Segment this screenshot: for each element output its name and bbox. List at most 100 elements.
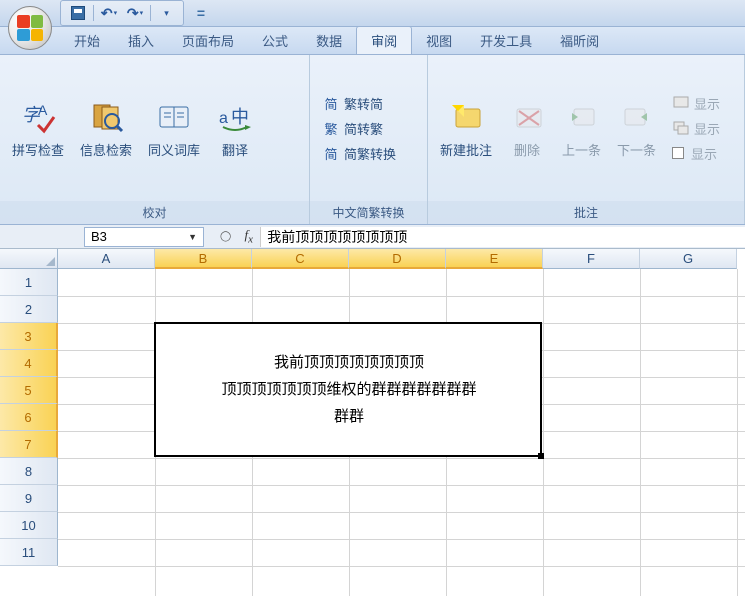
to-traditional-button[interactable]: 繁 简转繁 <box>318 117 400 140</box>
undo-button[interactable]: ↶▾ <box>98 3 120 23</box>
col-header-A[interactable]: A <box>58 249 155 269</box>
cell-text-line-3: 群群 <box>155 404 543 431</box>
qat-extra-button[interactable]: = <box>190 3 212 23</box>
tab-0[interactable]: 开始 <box>60 27 114 54</box>
translate-label: 翻译 <box>222 140 248 159</box>
tab-3[interactable]: 公式 <box>248 27 302 54</box>
chinese-convert-label: 简繁转换 <box>344 144 396 163</box>
redo-icon: ↷ <box>127 5 139 22</box>
show-comment-label-2: 显示 <box>694 119 720 138</box>
save-icon <box>71 6 85 20</box>
office-button[interactable] <box>8 6 56 54</box>
col-header-E[interactable]: E <box>446 249 543 269</box>
spellcheck-button[interactable]: 字A 拼写检查 <box>4 94 72 163</box>
col-header-B[interactable]: B <box>155 249 252 269</box>
save-button[interactable] <box>67 3 89 23</box>
spellcheck-label: 拼写检查 <box>12 140 64 159</box>
col-header-F[interactable]: F <box>543 249 640 269</box>
spellcheck-icon: 字A <box>19 98 57 136</box>
quick-access-toolbar: ↶▾ ↷▾ ▾ <box>60 0 184 26</box>
row-header-9[interactable]: 9 <box>0 485 58 512</box>
thesaurus-label: 同义词库 <box>148 140 200 159</box>
formula-value: 我前顶顶顶顶顶顶顶顶 <box>267 231 407 246</box>
delete-comment-icon <box>508 98 546 136</box>
column-headers: ABCDEFG <box>58 249 745 269</box>
row-header-3[interactable]: 3 <box>0 323 58 350</box>
col-header-D[interactable]: D <box>349 249 446 269</box>
row-header-11[interactable]: 11 <box>0 539 58 566</box>
prev-comment-label: 上一条 <box>562 140 601 159</box>
tab-8[interactable]: 福昕阅 <box>546 27 613 54</box>
tab-4[interactable]: 数据 <box>302 27 356 54</box>
research-button[interactable]: 信息检索 <box>72 94 140 163</box>
formula-input[interactable]: 我前顶顶顶顶顶顶顶顶 <box>261 227 745 247</box>
translate-icon: a中 <box>216 98 254 136</box>
tab-5[interactable]: 审阅 <box>356 26 412 54</box>
show-all-comments: 显示 <box>668 117 724 140</box>
next-comment-icon <box>618 98 656 136</box>
spreadsheet-grid[interactable]: ABCDEFG 1234567891011 我前顶顶顶顶顶顶顶顶顶顶顶顶顶顶顶维… <box>0 249 745 596</box>
thesaurus-button[interactable]: 同义词库 <box>140 94 208 163</box>
col-header-G[interactable]: G <box>640 249 737 269</box>
group-proof-label: 校对 <box>0 201 309 224</box>
col-header-C[interactable]: C <box>252 249 349 269</box>
formula-expand-icon[interactable]: ◯ <box>214 231 237 242</box>
translate-button[interactable]: a中 翻译 <box>208 94 262 163</box>
row-headers: 1234567891011 <box>0 269 58 566</box>
qat-customize[interactable]: ▾ <box>155 3 177 23</box>
row-header-6[interactable]: 6 <box>0 404 58 431</box>
ribbon: 字A 拼写检查 信息检索 同义词库 <box>0 55 745 225</box>
research-label: 信息检索 <box>80 140 132 159</box>
show-hide-comment: 显示 <box>668 92 724 115</box>
to-simplified-icon: 简 <box>322 94 340 112</box>
formula-bar: B3 ▼ ◯ fx 我前顶顶顶顶顶顶顶顶 <box>0 225 745 249</box>
row-header-10[interactable]: 10 <box>0 512 58 539</box>
show-comment-label-3: 显示 <box>691 144 717 163</box>
row-header-2[interactable]: 2 <box>0 296 58 323</box>
fx-button[interactable]: fx <box>237 227 261 247</box>
fx-icon: fx <box>244 227 252 246</box>
show-comment-label-1: 显示 <box>694 94 720 113</box>
tab-6[interactable]: 视图 <box>412 27 466 54</box>
cell-text-line-1: 我前顶顶顶顶顶顶顶顶 <box>155 350 543 377</box>
delete-comment-label: 删除 <box>514 140 540 159</box>
show-ink: 显示 <box>668 142 724 165</box>
group-chinese-label: 中文简繁转换 <box>310 201 427 224</box>
tab-2[interactable]: 页面布局 <box>168 27 248 54</box>
thesaurus-icon <box>155 98 193 136</box>
prev-comment-button: 上一条 <box>554 94 609 163</box>
comment-toggle-icon <box>672 94 690 112</box>
group-comments-label: 批注 <box>428 201 744 224</box>
row-header-8[interactable]: 8 <box>0 458 58 485</box>
tab-7[interactable]: 开发工具 <box>466 27 546 54</box>
select-all-corner[interactable] <box>0 249 58 269</box>
equals-icon: = <box>197 5 205 21</box>
cells-area[interactable]: 我前顶顶顶顶顶顶顶顶顶顶顶顶顶顶顶维权的群群群群群群群群群 <box>58 269 745 596</box>
name-box[interactable]: B3 ▼ <box>84 227 204 247</box>
fill-handle[interactable] <box>538 453 544 459</box>
svg-text:A: A <box>38 102 48 118</box>
row-header-5[interactable]: 5 <box>0 377 58 404</box>
chinese-convert-button[interactable]: 简 简繁转换 <box>318 142 400 165</box>
undo-icon: ↶ <box>101 5 113 22</box>
row-header-4[interactable]: 4 <box>0 350 58 377</box>
row-header-1[interactable]: 1 <box>0 269 58 296</box>
new-comment-button[interactable]: 新建批注 <box>432 94 500 163</box>
tab-1[interactable]: 插入 <box>114 27 168 54</box>
comments-all-icon <box>672 119 690 137</box>
new-comment-icon <box>447 98 485 136</box>
to-traditional-icon: 繁 <box>322 119 340 137</box>
svg-text:中: 中 <box>231 107 249 127</box>
to-simplified-button[interactable]: 简 繁转简 <box>318 92 400 115</box>
to-simplified-label: 繁转简 <box>344 94 383 113</box>
next-comment-label: 下一条 <box>617 140 656 159</box>
name-box-value: B3 <box>91 229 107 244</box>
row-header-7[interactable]: 7 <box>0 431 58 458</box>
ribbon-tabs: 开始插入页面布局公式数据审阅视图开发工具福昕阅 <box>0 27 745 55</box>
redo-button[interactable]: ↷▾ <box>124 3 146 23</box>
next-comment-button: 下一条 <box>609 94 664 163</box>
to-traditional-label: 简转繁 <box>344 119 383 138</box>
new-comment-label: 新建批注 <box>440 140 492 159</box>
prev-comment-icon <box>563 98 601 136</box>
cell-text-line-2: 顶顶顶顶顶顶顶维权的群群群群群群群 <box>155 377 543 404</box>
